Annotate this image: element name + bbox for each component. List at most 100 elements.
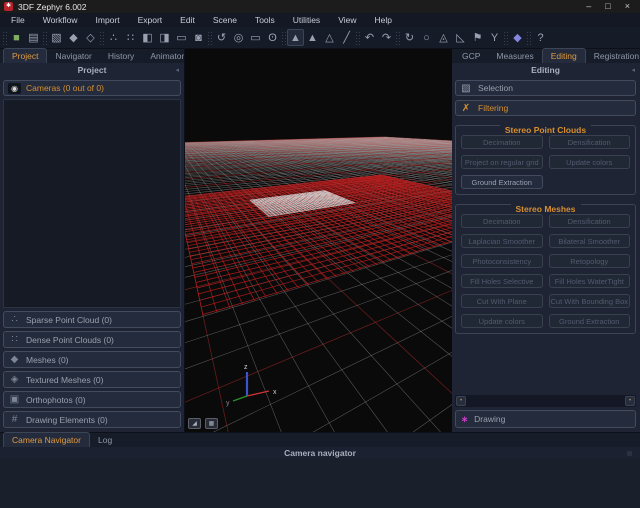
cameras-button[interactable]: ◉ Cameras (0 out of 0)	[3, 80, 181, 96]
dense-point-clouds-item[interactable]: ∷ Dense Point Clouds (0)	[3, 331, 181, 348]
group-button[interactable]: Cut With Plane	[461, 294, 543, 308]
filtering-button[interactable]: ✗ Filtering	[455, 100, 636, 116]
menu-item[interactable]: Workflow	[34, 13, 87, 27]
group-button[interactable]: Ground Extraction	[461, 175, 543, 189]
selection-rect-icon[interactable]: ▧	[48, 29, 65, 46]
select-dense-icon[interactable]: ∷	[122, 29, 139, 46]
viewport-grid-button[interactable]: ▦	[205, 418, 218, 429]
group-button[interactable]: Update colors	[461, 314, 543, 328]
item-label: Drawing Elements (0)	[26, 415, 108, 425]
menu-item[interactable]: Scene	[204, 13, 246, 27]
minimize-button[interactable]: –	[586, 0, 591, 13]
group-button[interactable]: Ground Extraction	[549, 314, 631, 328]
densify-cloud-icon[interactable]: ◆	[65, 29, 82, 46]
drawing-button[interactable]: ∗ Drawing	[455, 410, 636, 428]
measure-angle-icon[interactable]: ◺	[452, 29, 469, 46]
selection-button[interactable]: ▧ Selection	[455, 80, 636, 96]
left-panel-tab[interactable]: Navigator	[47, 49, 99, 63]
right-panel-tabs: GCPMeasuresEditingRegistration	[451, 49, 640, 63]
undo-icon[interactable]: ↶	[361, 29, 378, 46]
group-button[interactable]: Fill Holes WaterTight	[549, 274, 631, 288]
select-mesh-icon[interactable]: ◧	[139, 29, 156, 46]
menu-item[interactable]: Tools	[246, 13, 284, 27]
triangle-filled-icon[interactable]: ▲	[287, 29, 304, 46]
stereo-meshes-group: Stereo Meshes DecimationDensificationLap…	[455, 204, 636, 334]
light-bulb-icon[interactable]: ʘ	[264, 29, 281, 46]
orthophotos-item[interactable]: ▣ Orthophotos (0)	[3, 391, 181, 408]
group-button[interactable]: Bilateral Smoother	[549, 234, 631, 248]
right-panel-tab[interactable]: Measures	[488, 49, 541, 63]
group-button[interactable]: Photoconsistency	[461, 254, 543, 268]
filtering-button-label: Filtering	[478, 103, 508, 113]
menu-item[interactable]: Help	[365, 13, 400, 27]
brush-icon[interactable]: ╱	[338, 29, 355, 46]
timeline-icon[interactable]: ▭	[247, 29, 264, 46]
bottom-panel-tab[interactable]: Log	[90, 433, 120, 447]
collapse-panel-icon[interactable]: ◂	[175, 66, 179, 74]
textured-meshes-item[interactable]: ◈ Textured Meshes (0)	[3, 371, 181, 388]
circle-select-icon[interactable]: ○	[418, 29, 435, 46]
select-textured-icon[interactable]: ◨	[156, 29, 173, 46]
menu-item[interactable]: Export	[129, 13, 172, 27]
help-icon[interactable]: ?	[532, 29, 549, 46]
menu-item[interactable]: Edit	[171, 13, 204, 27]
editing-panel: GCPMeasuresEditingRegistration Editing ◂…	[451, 49, 640, 432]
menu-item[interactable]: Import	[87, 13, 129, 27]
bottom-panel-tab[interactable]: Camera Navigator	[3, 432, 90, 447]
orbit-icon[interactable]: ↻	[401, 29, 418, 46]
open-project-icon[interactable]: ▤	[25, 29, 42, 46]
right-panel-tab[interactable]: GCP	[454, 49, 488, 63]
select-sparse-icon[interactable]: ∴	[105, 29, 122, 46]
right-panel-tab[interactable]: Registration	[586, 49, 640, 63]
select-ortho-icon[interactable]: ▭	[173, 29, 190, 46]
maximize-button[interactable]: □	[605, 0, 610, 13]
new-project-icon[interactable]: ■	[8, 29, 25, 46]
target-icon[interactable]: ◎	[230, 29, 247, 46]
sparse-point-cloud-item[interactable]: ∴ Sparse Point Cloud (0)	[3, 311, 181, 328]
group-title: Stereo Point Clouds	[500, 125, 591, 135]
flag-icon[interactable]: ⚑	[469, 29, 486, 46]
collapse-panel-icon[interactable]: ◂	[631, 66, 635, 74]
camera-icon[interactable]: ◙	[190, 29, 207, 46]
drawing-elements-item[interactable]: # Drawing Elements (0)	[3, 411, 181, 428]
group-button[interactable]: Retopology	[549, 254, 631, 268]
panel-menu-icon[interactable]	[627, 451, 632, 456]
triangle-icon[interactable]: ▲	[304, 29, 321, 46]
loop-mode-icon[interactable]: ↺	[213, 29, 230, 46]
group-title: Stereo Meshes	[511, 204, 581, 214]
group-button[interactable]: Cut With Bounding Box	[549, 294, 631, 308]
title-bar: ✱ 3DF Zephyr 6.002 – □ ×	[0, 0, 640, 13]
scroll-left-button[interactable]: •	[456, 396, 466, 406]
right-panel-tab[interactable]: Editing	[542, 48, 586, 63]
filtering-icon: ✗	[460, 103, 472, 114]
left-panel-tabs: ProjectNavigatorHistoryAnimator	[0, 49, 184, 63]
toolbar: ■▤▧◆◇∴∷◧◨▭◙↺◎▭ʘ▲▲△╱↶↷↻○◬◺⚑Y◆?	[0, 27, 640, 49]
left-panel-tab[interactable]: Project	[3, 48, 47, 63]
cameras-button-label: Cameras (0 out of 0)	[26, 83, 104, 93]
drawing-icon: ∗	[461, 414, 468, 425]
viewport-screenshot-button[interactable]: ◢	[188, 418, 201, 429]
menu-item[interactable]: Utilities	[284, 13, 329, 27]
meshes-item[interactable]: ◆ Meshes (0)	[3, 351, 181, 368]
drawing-button-label: Drawing	[474, 414, 505, 424]
menu-item[interactable]: View	[329, 13, 365, 27]
item-icon: ◆	[9, 354, 20, 365]
wrench-icon[interactable]: Y	[486, 29, 503, 46]
group-button[interactable]: Project on regular grid	[461, 155, 543, 169]
panel-scroll-strip[interactable]: • •	[455, 395, 636, 407]
rotate-gizmo-icon[interactable]: ◬	[435, 29, 452, 46]
close-button[interactable]: ×	[625, 0, 630, 13]
group-button[interactable]: Laplacian Smoother	[461, 234, 543, 248]
left-panel-tab[interactable]: History	[100, 49, 142, 63]
group-button[interactable]: Fill Holes Selective	[461, 274, 543, 288]
triangle-outline-icon[interactable]: △	[321, 29, 338, 46]
cameras-list-area[interactable]	[3, 99, 181, 308]
viewport-3d[interactable]: z x y ◢▦	[184, 49, 451, 432]
zephyr-cube-icon[interactable]: ◆	[509, 29, 526, 46]
redo-icon[interactable]: ↷	[378, 29, 395, 46]
scroll-right-button[interactable]: •	[625, 396, 635, 406]
item-icon: ◈	[9, 374, 20, 385]
group-button[interactable]: Update colors	[549, 155, 631, 169]
menu-item[interactable]: File	[2, 13, 34, 27]
mesh-extraction-icon[interactable]: ◇	[82, 29, 99, 46]
